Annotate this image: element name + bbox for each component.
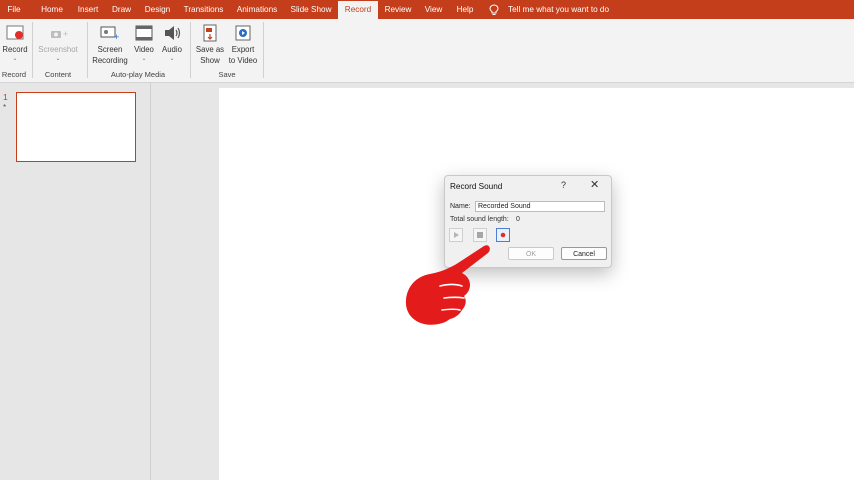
dialog-title: Record Sound — [450, 182, 503, 191]
chevron-down-icon: ⌄ — [55, 55, 61, 62]
ribbon: Record ⌄ Record + Screenshot ⌄ Content +… — [0, 19, 854, 83]
audio-label: Audio — [162, 45, 182, 54]
screen-recording-label-1: Screen — [97, 45, 123, 54]
tab-view[interactable]: View — [420, 0, 447, 19]
tab-review[interactable]: Review — [381, 0, 415, 19]
tab-animations[interactable]: Animations — [232, 0, 282, 19]
screen-recording-label-2: Recording — [92, 55, 128, 65]
tab-transitions[interactable]: Transitions — [180, 0, 227, 19]
speaker-icon — [165, 26, 181, 40]
camera-icon: + — [51, 29, 68, 39]
tab-help[interactable]: Help — [452, 0, 478, 19]
cancel-button[interactable]: Cancel — [561, 247, 607, 260]
screen-recording-icon: + — [100, 26, 119, 42]
tab-home[interactable]: Home — [36, 0, 68, 19]
video-button[interactable]: Video ⌄ — [132, 23, 156, 62]
video-label: Video — [134, 45, 154, 54]
length-label: Total sound length: — [450, 216, 509, 223]
group-divider — [190, 22, 191, 78]
ok-button[interactable]: OK — [508, 247, 554, 260]
slide-canvas[interactable] — [219, 88, 854, 480]
group-divider — [32, 22, 33, 78]
tab-design[interactable]: Design — [141, 0, 174, 19]
group-divider — [263, 22, 264, 78]
ribbon-tab-bar: File Home Insert Draw Design Transitions… — [0, 0, 854, 19]
tab-slide-show[interactable]: Slide Show — [287, 0, 335, 19]
chevron-down-icon: ⌄ — [169, 55, 175, 62]
length-value: 0 — [516, 216, 520, 223]
screen-recording-button[interactable]: + Screen Recording — [90, 23, 130, 66]
lightbulb-icon — [489, 4, 499, 15]
record-sound-button[interactable] — [496, 228, 510, 242]
group-label-record: Record — [1, 70, 27, 79]
save-as-show-label-1: Save as — [195, 45, 225, 54]
svg-text:+: + — [114, 32, 119, 42]
film-icon — [135, 25, 153, 41]
group-label-save: Save — [218, 70, 236, 79]
help-button[interactable]: ? — [561, 180, 566, 190]
group-label-content: Content — [44, 70, 72, 79]
screenshot-button[interactable]: + Screenshot ⌄ — [36, 23, 80, 62]
record-icon — [6, 25, 24, 40]
pointing-hand-icon — [405, 245, 490, 325]
tell-me-text: Tell me what you want to do — [508, 5, 610, 14]
audio-button[interactable]: Audio ⌄ — [159, 23, 185, 62]
chevron-down-icon: ⌄ — [12, 55, 18, 62]
record-button[interactable]: Record ⌄ — [2, 23, 28, 62]
save-as-show-button[interactable]: Save as Show — [194, 23, 226, 66]
slide-transition-marker: * — [3, 103, 7, 112]
tab-draw[interactable]: Draw — [108, 0, 135, 19]
close-icon[interactable]: ✕ — [590, 178, 599, 191]
svg-text:+: + — [63, 29, 68, 39]
export-label-2: to Video — [228, 55, 258, 65]
save-as-show-label-2: Show — [200, 55, 220, 65]
export-to-video-button[interactable]: Export to Video — [227, 23, 259, 66]
group-label-autoplay: Auto-play Media — [110, 70, 166, 79]
slide-number: 1 — [3, 92, 8, 102]
record-label: Record — [2, 45, 28, 54]
screenshot-label: Screenshot — [38, 45, 78, 54]
slide-thumbnail[interactable] — [16, 92, 136, 162]
name-input[interactable] — [475, 201, 605, 212]
save-as-show-icon — [203, 24, 217, 42]
group-divider — [87, 22, 88, 78]
name-label: Name: — [450, 203, 471, 210]
export-label-1: Export — [231, 45, 255, 54]
record-dot-icon — [500, 232, 506, 238]
chevron-down-icon: ⌄ — [141, 55, 147, 62]
export-video-icon — [235, 25, 251, 41]
tab-insert[interactable]: Insert — [73, 0, 103, 19]
tab-record[interactable]: Record — [338, 1, 378, 19]
tab-file[interactable]: File — [0, 0, 28, 19]
